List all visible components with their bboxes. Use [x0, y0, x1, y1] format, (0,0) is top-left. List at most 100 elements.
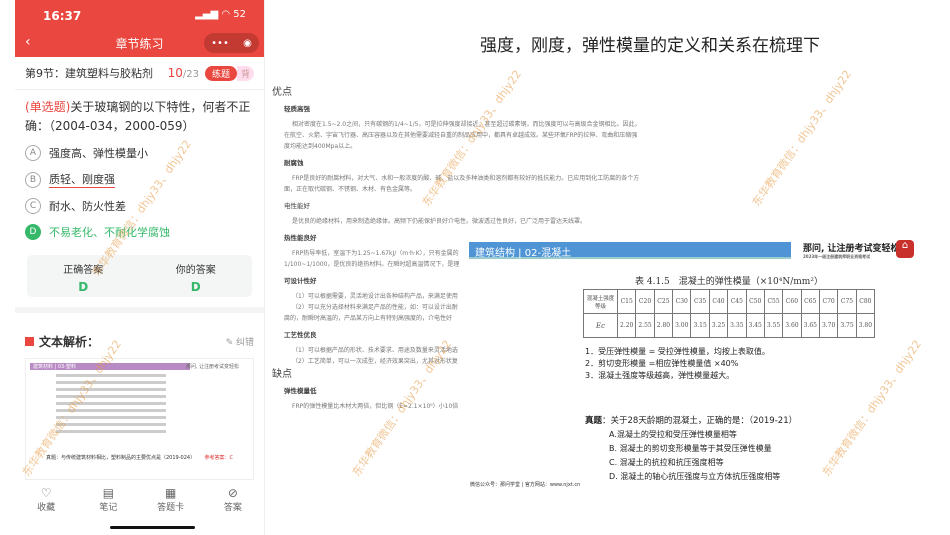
- tab-favorite[interactable]: ♡ 收藏: [15, 486, 77, 513]
- option-letter: D: [25, 224, 41, 240]
- chapter: 02-混凝土: [524, 248, 572, 259]
- grade-cell: C65: [800, 289, 820, 314]
- modulus-cell: 2.55: [635, 313, 655, 338]
- paragraph: FRP热导率低，室温下为1.25~1.67kJ/（m·h·K），只有金属的1/1…: [284, 250, 460, 268]
- tab-answer-card[interactable]: ▦ 答题卡: [140, 486, 202, 513]
- slide-header-bar: 建筑结构 | 02-混凝土: [469, 242, 791, 259]
- modulus-cell: 3.75: [837, 313, 857, 338]
- table-caption: 表 4.1.5 混凝土的弹性模量（×10⁴N/mm²）: [635, 277, 823, 287]
- note: 1．受压弹性模量 = 受拉弹性模量，均按上表取值。: [585, 347, 770, 356]
- app-header: 16:37 ▂▄▆ ◠ 52 ‹ 章节练习 ••• ◉: [15, 0, 264, 57]
- option-text: 不易老化、不耐化学腐蚀: [49, 226, 170, 239]
- option-a[interactable]: A 强度高、弹性模量小: [15, 140, 264, 166]
- subheading: 热性能良好: [284, 234, 317, 242]
- thumb-answer: 参考答案：C: [204, 455, 234, 461]
- slide-title: 强度，刚度，弹性模量的定义和关系在梳理下: [480, 36, 820, 56]
- grade-cell: C60: [782, 289, 802, 314]
- option-letter: C: [25, 198, 41, 214]
- correct-answer-value: D: [78, 280, 89, 294]
- your-answer-value: D: [190, 280, 201, 294]
- slide-footer: 微信公众号：那问学堂 | 官方网站：www.njxt.cn: [470, 482, 581, 488]
- more-icon[interactable]: •••: [211, 38, 229, 49]
- exam-option: D. 混凝土的轴心抗压强度与立方体抗压强度相等: [609, 472, 781, 481]
- clipboard-icon: ▦: [164, 486, 177, 500]
- watermark: 东华教育微信：dhjy33、dhjy22: [749, 67, 855, 209]
- exam-option: A.混凝土的受拉和受压弹性模量相等: [609, 430, 737, 439]
- thumb-bar: 建筑材料 | 03-塑料: [30, 363, 190, 370]
- tab-label: 收藏: [37, 503, 56, 513]
- modulus-cell: 3.25: [708, 313, 729, 338]
- paragraph: 是优良的绝缘材料，用来制造绝缘体。高频下仍能保护良好介电性。微波透过性良好，已广…: [292, 218, 587, 225]
- modulus-cell: 2.20: [616, 313, 637, 338]
- option-letter: B: [25, 171, 41, 188]
- grade-cell: C45: [727, 289, 747, 314]
- option-text: 耐水、防火性差: [49, 200, 126, 213]
- status-time: 16:37: [43, 9, 82, 23]
- miniprogram-capsule[interactable]: ••• ◉: [204, 33, 259, 53]
- progress-current: 10: [167, 66, 183, 80]
- paragraph: （2）可以充分选择材料来满足产品的性能，如：可以设计出耐腐的，耐瞬时高温的，产品…: [284, 304, 458, 322]
- question-type: (单选题): [25, 100, 71, 114]
- report-error-button[interactable]: ✎ 纠错: [226, 335, 254, 348]
- notebook-icon: ▤: [102, 486, 115, 500]
- modulus-cell: 3.55: [763, 313, 784, 338]
- brand-sub: 2023年一级注册建筑师职业资格考试: [803, 254, 871, 259]
- brand: 那问, 让注册考试变轻松 2023年一级注册建筑师职业资格考试: [803, 241, 900, 260]
- heading-cons: 缺点: [272, 369, 292, 380]
- home-logo-icon: ⌂: [896, 240, 914, 258]
- analysis-image: 建筑材料 | 03-塑料 那问, 让注册考试变轻松 真题：与传统建筑材料相比，塑…: [25, 358, 254, 480]
- home-indicator: [110, 526, 195, 529]
- heading-pros: 优点: [272, 87, 292, 98]
- grade-cell: C30: [672, 289, 692, 314]
- note: 2．剪切变形模量 =相应弹性模量值 ×40%: [585, 359, 739, 368]
- grade-cell: C20: [635, 289, 655, 314]
- subheading: 电性能好: [284, 202, 310, 210]
- paragraph: （2）工艺简单，可以一次成型，经济效果突出，尤其对形状复杂、不易成型的数量少的产…: [292, 358, 458, 365]
- modulus-cell: 3.45: [745, 313, 765, 338]
- tab-notes[interactable]: ▤ 笔记: [77, 486, 139, 513]
- grade-cell: C25: [653, 289, 674, 314]
- option-text: 质轻、刚度强: [49, 173, 115, 188]
- option-c[interactable]: C 耐水、防火性差: [15, 193, 264, 219]
- grade-cell: C40: [708, 289, 729, 314]
- exam-question-text: ：关于28天龄期的混凝土，正确的是：（2019-21）: [602, 416, 798, 426]
- exam-option: B. 混凝土的剪切变形模量等于其受压弹性模量: [609, 444, 772, 453]
- thumb-question: 真题：与传统建筑材料相比，塑料制品的主要优点是（2019-024）: [46, 455, 196, 461]
- subheading: 轻质高强: [284, 105, 310, 113]
- subject: 建筑结构: [475, 248, 515, 259]
- analysis-icon: [25, 337, 34, 346]
- question-text: (单选题)关于玻璃钢的以下特性，何者不正确：（2004-034，2000-059…: [15, 90, 264, 140]
- grade-cell: C70: [818, 289, 839, 314]
- status-icons: ▂▄▆ ◠ 52: [195, 9, 246, 20]
- modulus-cell: 3.15: [690, 313, 710, 338]
- modulus-cell: 3.60: [782, 313, 802, 338]
- subheading: 弹性模量低: [284, 387, 317, 395]
- tab-label: 答题卡: [157, 503, 185, 513]
- tab-practice[interactable]: 练题: [204, 65, 237, 81]
- analysis-title: 文本解析：: [39, 335, 100, 349]
- option-d[interactable]: D 不易老化、不耐化学腐蚀: [15, 219, 264, 245]
- subheading: 耐腐蚀: [284, 159, 304, 167]
- row-header: 混凝土强度等级: [583, 289, 618, 314]
- tab-answer[interactable]: ⊘ 答案: [202, 486, 264, 513]
- modulus-cell: 2.80: [653, 313, 674, 338]
- modulus-cell: 3.65: [800, 313, 820, 338]
- bottom-tabbar: ♡ 收藏 ▤ 笔记 ▦ 答题卡 ⊘ 答案: [15, 486, 264, 513]
- grade-cell: C75: [837, 289, 857, 314]
- brand-slogan: 那问, 让注册考试变轻松: [803, 244, 900, 254]
- concrete-slide: 建筑结构 | 02-混凝土 那问, 让注册考试变轻松 2023年一级注册建筑师职业…: [465, 236, 920, 490]
- modulus-table: 混凝土强度等级 C15 C20 C25 C30 C35 C40 C45 C50 C55 C60 C65…: [583, 289, 876, 338]
- close-circle-icon[interactable]: ◉: [243, 38, 252, 49]
- grade-cell: C55: [763, 289, 784, 314]
- tab-label: 笔记: [99, 503, 118, 513]
- exam-question: 真题：关于28天龄期的混凝土，正确的是：（2019-21） A.混凝土的受拉和受…: [585, 414, 797, 484]
- paragraph: FRP是良好的耐腐材料，对大气、水和一般浓度的酸、碱、盐以及多种油类和溶剂都有较…: [284, 175, 640, 193]
- paragraph: （1）可以根据产品的形状、技术要求、用途及数量来灵活地选择成型工艺。: [292, 347, 458, 354]
- heart-icon: ♡: [40, 486, 52, 500]
- section-title: 第9节：建筑塑料与胶粘剂: [25, 67, 153, 80]
- option-b[interactable]: B 质轻、刚度强: [15, 166, 264, 193]
- exam-option: C. 混凝土的抗拉和抗压强度相等: [609, 458, 724, 467]
- subheading: 可设计性好: [284, 277, 317, 285]
- tab-recite[interactable]: 背: [236, 65, 254, 81]
- paragraph: （1）可以根据需要，灵活地设计出各种结构产品，来满足使用要求，可以使产品有很好的…: [292, 293, 458, 300]
